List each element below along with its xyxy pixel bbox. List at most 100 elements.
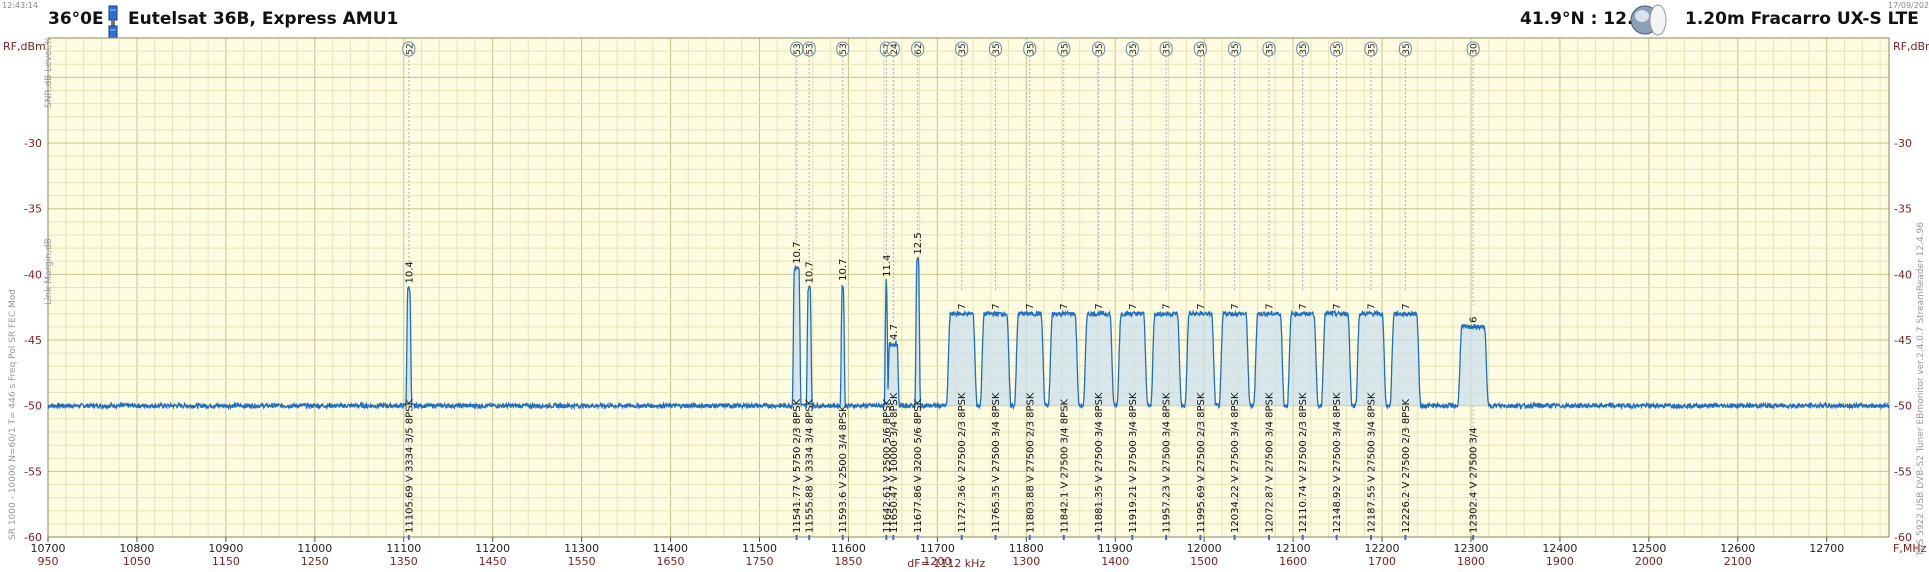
y-tick-label-left: -40	[24, 268, 42, 281]
y-tick-label-right: -55	[1894, 465, 1912, 478]
side-label-software: TBS 5922 USB DVB-S2 Tuner EBmonitor ver.…	[1916, 222, 1926, 556]
carrier-snr-label: 4.7	[889, 324, 900, 340]
x-tick-label: 12600	[1720, 542, 1755, 555]
y-tick-label-left: -35	[24, 203, 42, 216]
if-tick-label: 1450	[479, 555, 507, 568]
carrier-info-label: 11957.23 V 27500 3/4 8PSK	[1162, 392, 1173, 533]
carrier-info-label: 12034.22 V 27500 3/4 8PSK	[1230, 392, 1241, 533]
carrier-top-label: 53	[839, 43, 849, 54]
carrier-top-label: 35	[1367, 43, 1377, 54]
carrier-snr-label: 7	[1025, 303, 1036, 309]
y-tick-label-right: -35	[1894, 203, 1912, 216]
carrier-info-label: 12148.92 V 27500 3/4 8PSK	[1332, 392, 1343, 533]
x-tick-label: 11800	[1009, 542, 1044, 555]
if-tick-label: 1500	[1190, 555, 1218, 568]
y-tick-label-left: -50	[24, 400, 42, 413]
carrier-top-label: 35	[1402, 43, 1412, 54]
carrier-snr-label: 11.4	[882, 255, 893, 277]
x-tick-label: 11000	[297, 542, 332, 555]
carrier-info-label: 11995.69 V 27500 2/3 8PSK	[1196, 392, 1207, 533]
carrier-top-label: 35	[1163, 43, 1173, 54]
x-tick-label: 10700	[31, 542, 66, 555]
carrier-info-label: 12110.74 V 27500 2/3 8PSK	[1298, 392, 1309, 533]
carrier-snr-label: 7	[1366, 303, 1377, 309]
x-tick-label: 11600	[831, 542, 866, 555]
carrier-top-label: 30	[1470, 43, 1480, 55]
carrier-snr-label: 7	[1264, 303, 1275, 309]
carrier-snr-label: 7	[1059, 303, 1070, 309]
carrier-info-label: 11593.6 V 2500 3/4 8PSK	[838, 405, 849, 533]
x-tick-label: 12200	[1365, 542, 1400, 555]
y-axis-label-left: RF,dBm	[3, 40, 46, 53]
side-label-link-margin: Link Margin,dB	[44, 238, 54, 305]
x-tick-label: 12700	[1809, 542, 1844, 555]
y-tick-label-left: -45	[24, 334, 42, 347]
carrier-snr-label: 7	[957, 303, 968, 309]
carrier-top-label: 35	[1197, 43, 1207, 54]
x-tick-label: 11900	[1098, 542, 1133, 555]
carrier-info-label: 12302.4 V 27500 3/4	[1469, 427, 1480, 533]
carrier-top-label: 35	[1095, 43, 1105, 54]
carrier-top-label: 35	[992, 43, 1002, 54]
carrier-top-label: 53	[793, 43, 803, 54]
x-tick-label: 11100	[386, 542, 421, 555]
carrier-top-label: 35	[1265, 43, 1275, 54]
carrier-info-label: 12187.55 V 27500 3/4 8PSK	[1366, 392, 1377, 533]
carrier-snr-label: 7	[1128, 303, 1139, 309]
carrier-snr-label: 7	[1332, 303, 1343, 309]
carrier-snr-label: 7	[1230, 303, 1241, 309]
x-tick-label: 10900	[208, 542, 243, 555]
if-tick-label: 1800	[1457, 555, 1485, 568]
if-tick-label: 1600	[1279, 555, 1307, 568]
if-tick-label: 1350	[390, 555, 418, 568]
carrier-snr-label: 7	[1196, 303, 1207, 309]
if-tick-label: 1750	[745, 555, 773, 568]
if-tick-label: 2000	[1635, 555, 1663, 568]
carrier-snr-label: 7	[1401, 303, 1412, 309]
carrier-info-label: 11765.35 V 27500 3/4 8PSK	[991, 392, 1002, 533]
carrier-snr-label: 10.4	[404, 261, 415, 283]
if-tick-label: 1900	[1546, 555, 1574, 568]
carrier-top-label: 35	[1060, 43, 1070, 54]
carrier-info-label: 11677.86 V 3200 5/6 8PSK	[913, 398, 924, 533]
carrier-snr-label: 6	[1469, 317, 1480, 323]
if-tick-label: 1650	[657, 555, 685, 568]
if-tick-label: 1400	[1101, 555, 1129, 568]
carrier-top-label: 35	[1299, 43, 1309, 54]
if-tick-label: 1850	[834, 555, 862, 568]
carrier-info-label: 12226.2 V 27500 2/3 8PSK	[1401, 398, 1412, 533]
x-tick-label: 11400	[653, 542, 688, 555]
x-tick-label: 11300	[564, 542, 599, 555]
y-tick-label-right: -30	[1894, 137, 1912, 150]
carrier-snr-label: 7	[991, 303, 1002, 309]
y-tick-label-right: -60	[1894, 531, 1912, 544]
x-tick-label: 12400	[1542, 542, 1577, 555]
carrier-snr-label: 10.7	[805, 261, 816, 283]
y-tick-label-left: -55	[24, 465, 42, 478]
carrier-info-label: 11881.35 V 27500 3/4 8PSK	[1094, 392, 1105, 533]
carrier-info-label: 11727.36 V 27500 2/3 8PSK	[957, 392, 968, 533]
y-tick-label-right: -45	[1894, 334, 1912, 347]
carrier-info-label: 11541.77 V 5750 2/3 8PSK	[792, 398, 803, 533]
carrier-snr-label: 7	[1162, 303, 1173, 309]
carrier-snr-label: 10.7	[838, 259, 849, 281]
carrier-top-label: 35	[1026, 43, 1036, 54]
x-tick-label: 12500	[1631, 542, 1666, 555]
if-tick-label: 1250	[301, 555, 329, 568]
df-label: dF= 1112 kHz	[907, 557, 985, 570]
if-tick-label: 1300	[1012, 555, 1040, 568]
x-tick-label: 12300	[1453, 542, 1488, 555]
x-tick-label: 11500	[742, 542, 777, 555]
if-tick-label: 950	[38, 555, 59, 568]
if-tick-label: 1550	[568, 555, 596, 568]
carrier-top-label: 35	[1231, 43, 1241, 54]
carrier-snr-label: 7	[1298, 303, 1309, 309]
carrier-snr-label: 10.7	[792, 242, 803, 264]
spectrum-chart: RF,dBmRF,dBmF,MHz-30-30-35-35-40-40-45-4…	[3, 37, 1929, 570]
x-tick-label: 11200	[475, 542, 510, 555]
carrier-snr-label: 12.5	[913, 232, 924, 254]
if-tick-label: 1050	[123, 555, 151, 568]
carrier-info-label: 11555.88 V 3334 3/4 8PSK	[805, 398, 816, 533]
if-tick-label: 2100	[1724, 555, 1752, 568]
carrier-top-label: 35	[1129, 43, 1139, 54]
